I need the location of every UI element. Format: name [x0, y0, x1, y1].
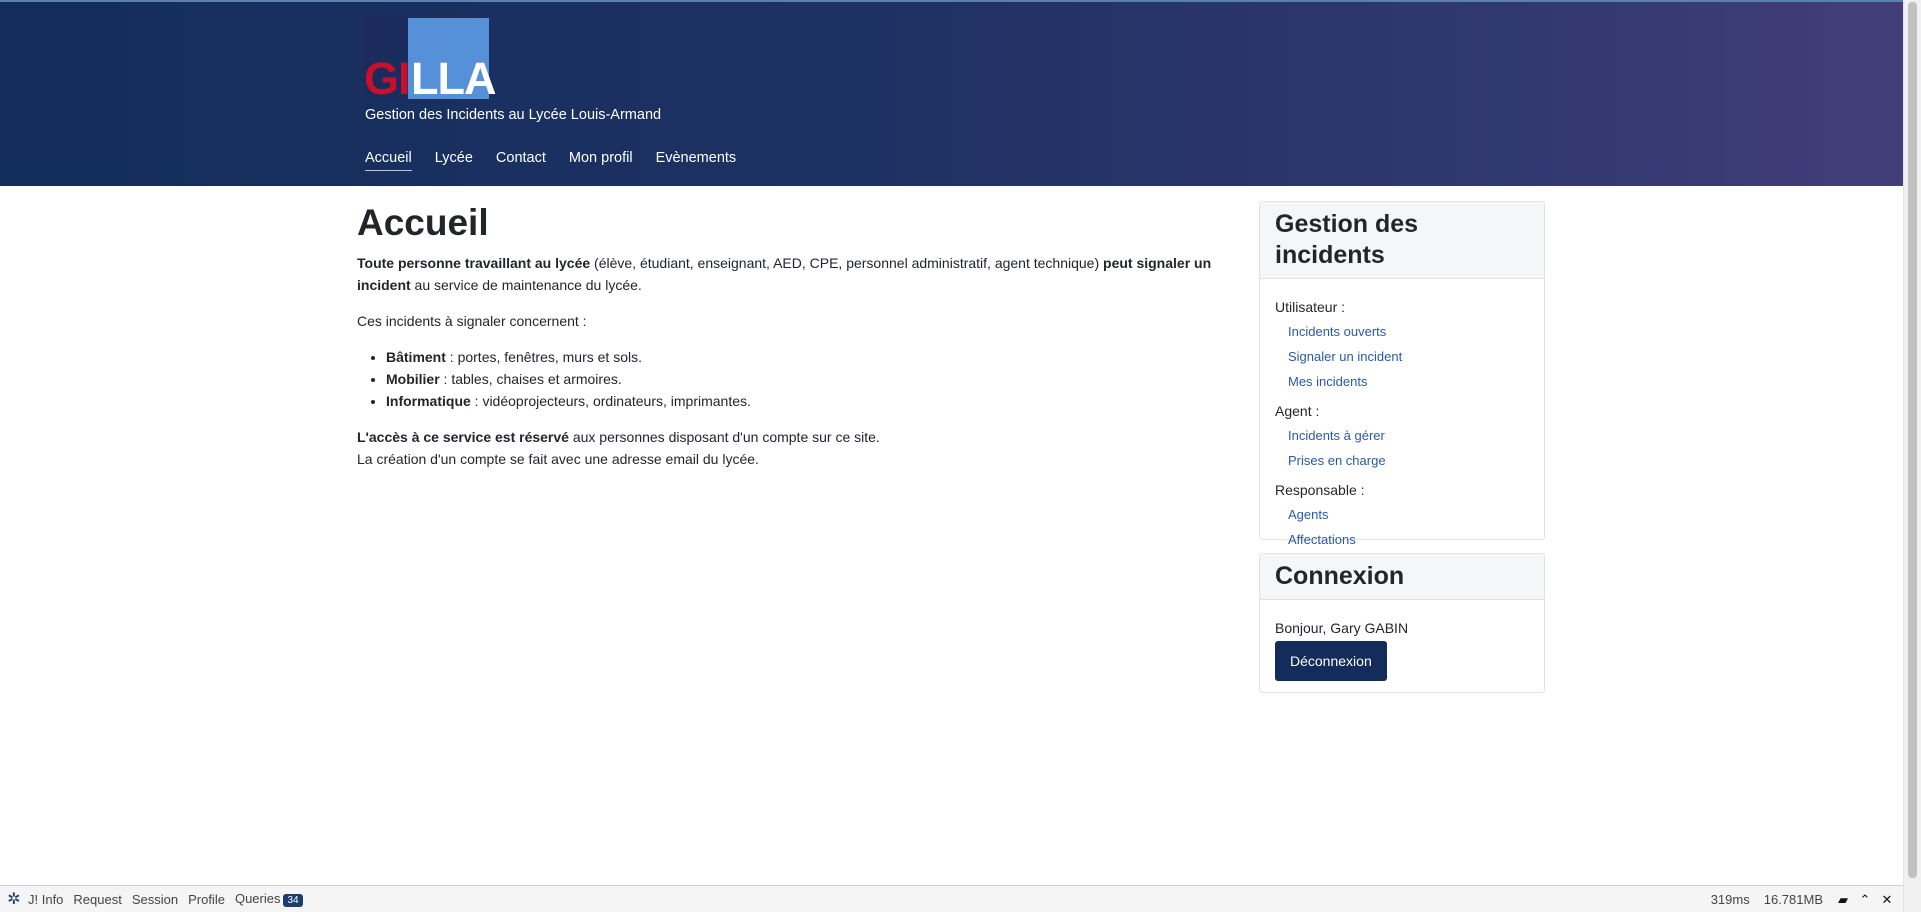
nav-item-contact[interactable]: Contact [496, 150, 546, 171]
incident-category-list: Bâtiment : portes, fenêtres, murs et sol… [386, 346, 1227, 412]
joomla-icon[interactable]: ✲ [0, 889, 28, 909]
incidents-card-title: Gestion des incidents [1260, 202, 1544, 279]
intro-paragraph: Toute personne travaillant au lycée (élè… [357, 252, 1227, 296]
nav-item-accueil[interactable]: Accueil [365, 150, 412, 171]
link-signaler-incident[interactable]: Signaler un incident [1288, 344, 1529, 369]
site-tagline: Gestion des Incidents au Lycée Louis-Arm… [365, 107, 662, 123]
debug-tab-queries[interactable]: Queries 34 [235, 891, 303, 907]
link-agents[interactable]: Agents [1288, 502, 1529, 527]
debug-memory: 16.781MB [1763, 892, 1823, 907]
list-item-bold: Mobilier [386, 371, 440, 387]
link-mes-incidents[interactable]: Mes incidents [1288, 369, 1529, 394]
site-logo[interactable]: GI LLA [364, 16, 496, 104]
link-incidents-ouverts[interactable]: Incidents ouverts [1288, 319, 1529, 344]
nav-item-evenements[interactable]: Evènements [656, 150, 737, 171]
menu-group-utilisateur: Utilisateur : Incidents ouverts Signaler… [1275, 297, 1529, 394]
close-icon[interactable]: ✕ [1881, 892, 1893, 908]
incidents-menu-card: Gestion des incidents Utilisateur : Inci… [1259, 201, 1545, 547]
debug-tab-queries-label: Queries [234, 891, 281, 906]
vertical-scrollbar[interactable] [1903, 0, 1921, 912]
login-card-title: Connexion [1260, 554, 1544, 600]
debug-time: 319ms [1710, 892, 1750, 907]
logo-text-white: LLA [411, 53, 496, 104]
link-incidents-a-gerer[interactable]: Incidents à gérer [1288, 423, 1529, 448]
list-item-bold: Informatique [386, 393, 471, 409]
list-item: Mobilier : tables, chaises et armoires. [386, 368, 1227, 390]
debug-tab-session[interactable]: Session [132, 892, 178, 907]
logout-button[interactable]: Déconnexion [1275, 641, 1387, 681]
concern-paragraph: Ces incidents à signaler concernent : [357, 313, 587, 329]
link-prises-en-charge[interactable]: Prises en charge [1288, 448, 1529, 473]
list-item-bold: Bâtiment [386, 349, 446, 365]
incidents-card-body: Utilisateur : Incidents ouverts Signaler… [1260, 279, 1544, 564]
link-affectations[interactable]: Affectations [1288, 527, 1529, 552]
access-bold: L'accès à ce service est réservé [357, 429, 569, 445]
main-content: Accueil Toute personne travaillant au ly… [357, 200, 1227, 484]
list-item: Bâtiment : portes, fenêtres, murs et sol… [386, 346, 1227, 368]
intro-text-1: (élève, étudiant, enseignant, AED, CPE, … [590, 255, 1104, 271]
page-title: Accueil [357, 202, 489, 243]
logo-text-red: GI [364, 53, 411, 104]
nav-item-lycee[interactable]: Lycée [435, 150, 473, 171]
menu-group-label: Responsable : [1275, 482, 1365, 498]
greeting-text: Bonjour, Gary GABIN [1275, 620, 1409, 636]
nav-item-mon-profil[interactable]: Mon profil [569, 150, 633, 171]
access-paragraph: L'accès à ce service est réservé aux per… [357, 426, 1227, 470]
access-text: aux personnes disposant d'un compte sur … [568, 429, 880, 445]
login-card-body: Bonjour, Gary GABIN Déconnexion [1260, 600, 1544, 693]
chevron-up-icon[interactable]: ⌃ [1859, 892, 1871, 908]
debug-bar: ✲ J! Info Request Session Profile Querie… [0, 885, 1903, 912]
folder-icon[interactable]: ▰ [1837, 892, 1849, 908]
login-card: Connexion Bonjour, Gary GABIN Déconnexio… [1259, 553, 1545, 693]
intro-bold-1: Toute personne travaillant au lycée [357, 255, 591, 271]
main-nav: Accueil Lycée Contact Mon profil Evèneme… [365, 150, 759, 171]
debug-bar-right: 319ms 16.781MB ▰ ⌃ ✕ [1711, 886, 1903, 912]
list-item-text: : vidéoprojecteurs, ordinateurs, imprima… [470, 393, 751, 409]
menu-group-label: Agent : [1275, 403, 1320, 419]
list-item-text: : portes, fenêtres, murs et sols. [445, 349, 642, 365]
scrollbar-thumb[interactable] [1908, 2, 1917, 878]
debug-tab-request[interactable]: Request [73, 892, 121, 907]
intro-text-2: au service de maintenance du lycée. [410, 277, 642, 293]
debug-tab-profile[interactable]: Profile [188, 892, 225, 907]
menu-group-agent: Agent : Incidents à gérer Prises en char… [1275, 401, 1529, 473]
site-header: GI LLA Gestion des Incidents au Lycée Lo… [0, 0, 1903, 186]
queries-count-badge: 34 [283, 894, 303, 907]
access-line-2: La création d'un compte se fait avec une… [357, 451, 759, 467]
menu-group-label: Utilisateur : [1275, 299, 1346, 315]
list-item: Informatique : vidéoprojecteurs, ordinat… [386, 390, 1227, 412]
menu-group-responsable: Responsable : Agents Affectations [1275, 480, 1529, 552]
debug-tab-info[interactable]: J! Info [28, 892, 63, 907]
list-item-text: : tables, chaises et armoires. [439, 371, 622, 387]
